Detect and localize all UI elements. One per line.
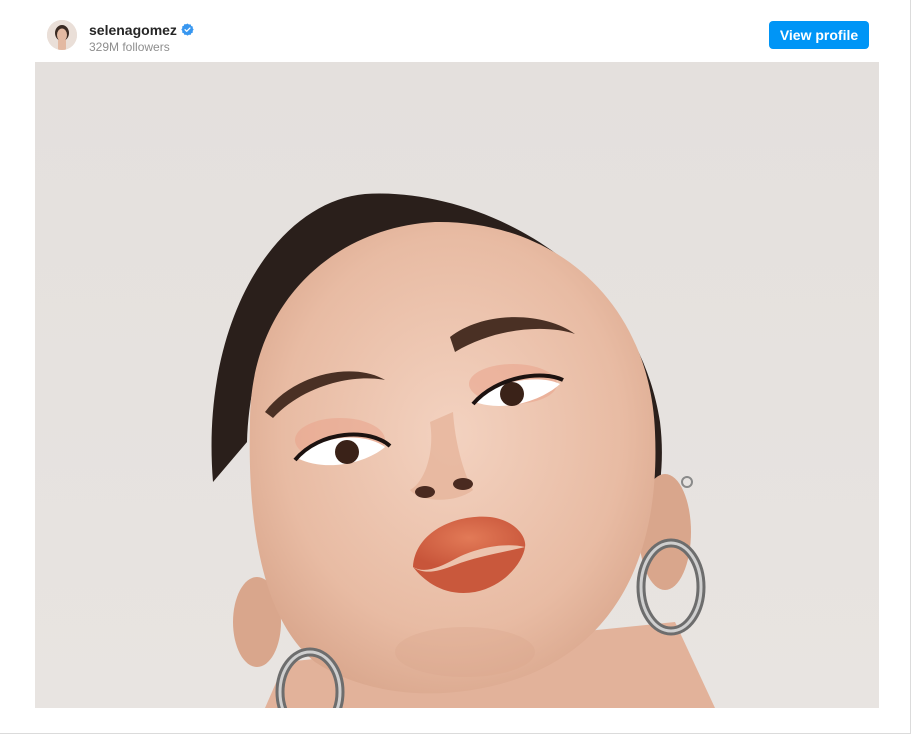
view-profile-button[interactable]: View profile [769,21,869,49]
post-header: selenagomez 329M followers View profile [35,13,879,57]
portrait-photo [35,62,879,708]
post-image[interactable] [35,62,879,708]
follower-count: 329M followers [89,40,170,54]
avatar-image [47,20,77,50]
verified-badge-icon [181,23,194,36]
username-block: selenagomez 329M followers [89,21,194,54]
username[interactable]: selenagomez [89,22,177,38]
avatar[interactable] [47,20,77,50]
instagram-embed: selenagomez 329M followers View profile [0,0,911,734]
username-row: selenagomez [89,21,194,38]
